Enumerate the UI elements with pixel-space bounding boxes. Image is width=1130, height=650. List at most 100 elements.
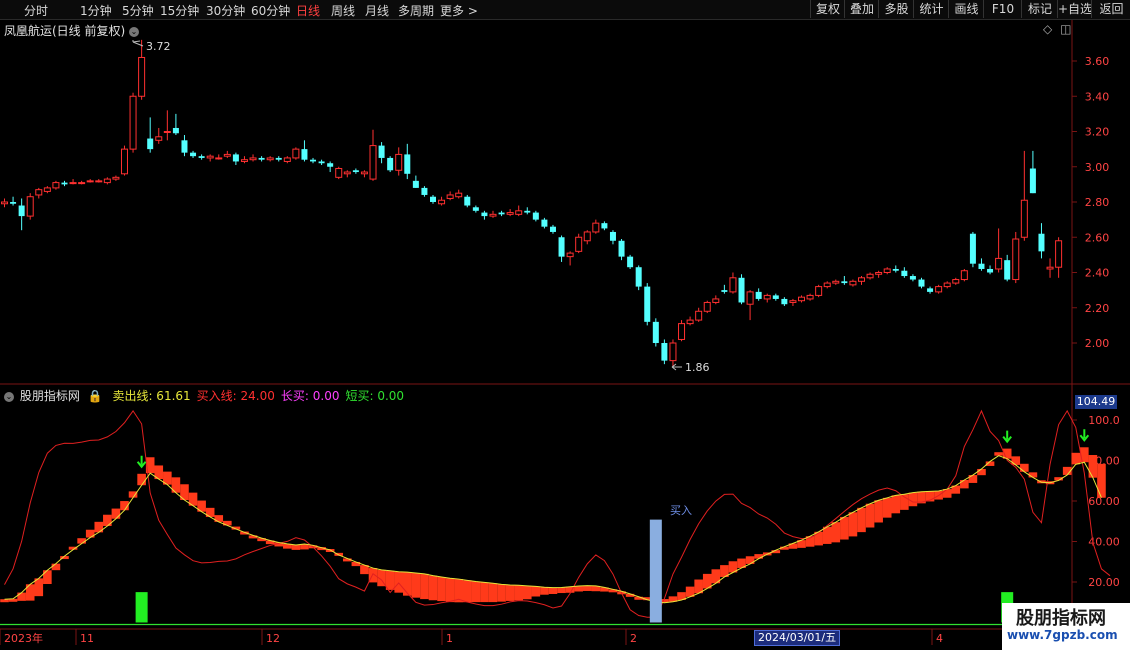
buy-band-bar: [128, 491, 138, 498]
price-tick-label: 2.20: [1085, 302, 1110, 315]
buy-band-bar: [865, 503, 875, 528]
buy-band-bar: [874, 500, 883, 523]
down-arrow-icon: [1079, 429, 1090, 442]
candle: [95, 179, 103, 183]
candle: [61, 180, 68, 187]
candle: [472, 205, 479, 213]
candle: [181, 135, 188, 157]
chart-canvas[interactable]: 3.60 3.40 3.20 3.00 2.80 2.60 2.40 2.20 2.00 3.7…: [0, 0, 1130, 650]
buy-band-bar: [497, 584, 506, 602]
buy-band-bar: [85, 529, 95, 538]
candle: [352, 168, 359, 174]
buy-signal-label: 买入: [670, 504, 692, 517]
time-tick-label: 11: [80, 632, 94, 645]
candle: [1004, 254, 1011, 282]
candle: [652, 318, 659, 347]
price-tick-label: 2.40: [1085, 267, 1110, 280]
buy-band-bar: [505, 585, 515, 601]
candle: [318, 159, 325, 165]
buy-band-bar: [840, 516, 849, 540]
lock-icon[interactable]: 🔒: [88, 389, 103, 403]
candle: [515, 205, 523, 217]
buy-band-bar: [977, 468, 986, 476]
candle: [301, 140, 308, 162]
candle: [583, 230, 591, 245]
buy-band-bar: [848, 512, 858, 537]
candle: [798, 295, 806, 303]
cursor-date: 2024/03/01/五: [754, 630, 841, 646]
candle: [901, 267, 908, 278]
current-value-tag: 104.49: [1075, 395, 1117, 409]
buy-band-bar: [514, 585, 523, 601]
candle: [541, 217, 548, 229]
buy-band-bar: [1071, 452, 1081, 465]
buy-band-bar: [822, 526, 832, 544]
candle: [661, 339, 668, 365]
buy-band-bar: [103, 514, 112, 527]
candle: [678, 320, 686, 342]
chevron-down-icon[interactable]: ⌄: [4, 391, 14, 402]
buy-band-bar: [582, 585, 592, 591]
buy-band-bar: [111, 508, 121, 519]
buy-band-bar: [471, 581, 481, 603]
buy-band-bar: [1020, 463, 1029, 472]
buy-band-bar: [891, 495, 901, 514]
candle: [1020, 150, 1028, 241]
candle: [481, 210, 488, 220]
time-tick-label: 12: [266, 632, 280, 645]
candle: [78, 180, 86, 185]
watermark: 股朋指标网 www.7gpzb.com: [1002, 603, 1130, 650]
buy-band-bar: [291, 544, 301, 550]
candle: [283, 156, 291, 164]
candle: [395, 147, 403, 176]
buy-band-bar: [960, 480, 969, 489]
candle: [738, 274, 745, 305]
candle: [1055, 237, 1063, 278]
legend-item: 短买: 0.00: [345, 389, 405, 403]
buy-band-bar: [43, 570, 52, 585]
indicator-name: 股朋指标网: [19, 389, 80, 403]
candle: [498, 210, 505, 217]
price-tick-label: 3.20: [1085, 126, 1110, 139]
candle: [129, 92, 137, 153]
price-tick-label: 2.80: [1085, 196, 1110, 209]
candle: [686, 316, 694, 326]
candle: [943, 281, 951, 289]
candle: [1046, 258, 1054, 278]
candle: [446, 191, 454, 201]
candle: [258, 156, 265, 162]
buy-band-bar: [94, 521, 104, 533]
price-tick-label: 3.60: [1085, 55, 1110, 68]
high-price-label: 3.72: [146, 40, 171, 53]
candle: [635, 265, 642, 291]
candle: [335, 166, 343, 180]
time-tick-label: 2023年: [4, 631, 43, 645]
indicator-tick-label: 20.00: [1088, 576, 1120, 589]
candle: [729, 272, 737, 294]
candle: [832, 279, 840, 285]
candle: [644, 283, 651, 326]
candle: [343, 170, 351, 178]
candle: [327, 161, 334, 173]
candle: [592, 219, 600, 234]
down-arrow-icon: [136, 455, 147, 469]
candle: [703, 300, 711, 314]
buy-band-bar: [51, 563, 61, 571]
buy-band-bar: [445, 578, 455, 603]
reference-line: [4, 409, 1111, 618]
candle: [1029, 150, 1036, 194]
candle: [995, 228, 1003, 273]
candle: [103, 177, 111, 185]
time-tick-label: 4: [936, 632, 943, 645]
watermark-title: 股朋指标网: [1016, 608, 1106, 629]
candle: [190, 150, 197, 158]
candle: [198, 154, 205, 160]
candle: [275, 156, 282, 162]
price-tick-label: 3.00: [1085, 161, 1110, 174]
candle: [627, 254, 634, 269]
indicator-tick-label: 100.0: [1088, 414, 1120, 427]
candle: [360, 170, 368, 178]
buy-band-bar: [462, 580, 472, 603]
sell-signal-bar: [135, 592, 148, 623]
time-tick-label: 1: [446, 632, 453, 645]
